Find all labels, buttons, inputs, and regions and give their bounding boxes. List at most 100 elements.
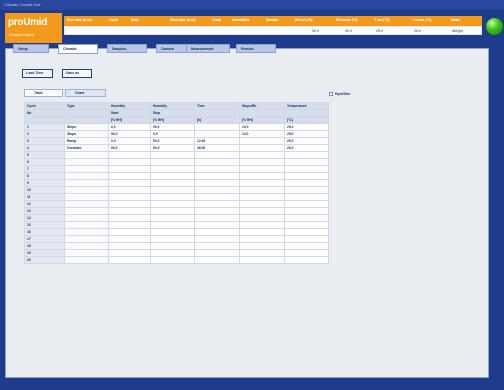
table-row-8-steps-rh-cell[interactable] xyxy=(239,172,285,180)
table-row-6-humidity-start-cell[interactable] xyxy=(108,158,151,166)
table-row-6-humidity-stop-cell[interactable] xyxy=(150,158,195,166)
table-row-16-humidity-start-cell[interactable] xyxy=(108,228,151,236)
table-row-15-humidity-stop-cell[interactable] xyxy=(150,221,195,229)
table-row-8-humidity-stop-cell[interactable] xyxy=(150,172,195,180)
table-row-20-humidity-start-cell[interactable] xyxy=(108,256,151,264)
table-row-2-type-cell[interactable]: Steps xyxy=(64,130,109,138)
tab-setup[interactable]: Setup xyxy=(13,44,49,53)
table-row-18-humidity-start-cell[interactable] xyxy=(108,242,151,250)
table-row-16-humidity-stop-cell[interactable] xyxy=(150,228,195,236)
table-row-17-time-cell[interactable] xyxy=(194,235,240,243)
table-row-17-steps-rh-cell[interactable] xyxy=(239,235,285,243)
table-row-4-humidity-start-cell[interactable]: 50,0 xyxy=(108,144,151,152)
table-row-11-humidity-stop-cell[interactable] xyxy=(150,193,195,201)
table-row-3-time-cell[interactable]: 12,00 xyxy=(194,137,240,145)
save-as-button[interactable]: Save as xyxy=(62,69,92,78)
table-row-12-temperature-cell[interactable] xyxy=(284,200,329,208)
table-row-4-type-cell[interactable]: Constant xyxy=(64,144,109,152)
table-row-10-type-cell[interactable] xyxy=(64,186,109,194)
table-row-17-humidity-stop-cell[interactable] xyxy=(150,235,195,243)
table-row-9-temperature-cell[interactable] xyxy=(284,179,329,187)
table-row-8-temperature-cell[interactable] xyxy=(284,172,329,180)
table-row-7-steps-rh-cell[interactable] xyxy=(239,165,285,173)
table-row-5-time-cell[interactable] xyxy=(194,151,240,159)
table-row-3-humidity-stop-cell[interactable]: 50,0 xyxy=(150,137,195,145)
table-row-15-humidity-start-cell[interactable] xyxy=(108,221,151,229)
table-row-18-type-cell[interactable] xyxy=(64,242,109,250)
table-row-15-time-cell[interactable] xyxy=(194,221,240,229)
table-row-14-temperature-cell[interactable] xyxy=(284,214,329,222)
tab-results[interactable]: Results xyxy=(236,44,276,53)
table-row-6-temperature-cell[interactable] xyxy=(284,158,329,166)
table-row-4-humidity-stop-cell[interactable]: 50,0 xyxy=(150,144,195,152)
table-row-13-type-cell[interactable] xyxy=(64,207,109,215)
table-row-11-humidity-start-cell[interactable] xyxy=(108,193,151,201)
load-time-button[interactable]: Load Time xyxy=(22,69,53,78)
table-row-17-temperature-cell[interactable] xyxy=(284,235,329,243)
table-row-2-steps-rh-cell[interactable]: 10,0 xyxy=(239,130,285,138)
table-row-4-time-cell[interactable]: 48,00 xyxy=(194,144,240,152)
table-row-9-humidity-start-cell[interactable] xyxy=(108,179,151,187)
table-row-12-steps-rh-cell[interactable] xyxy=(239,200,285,208)
table-row-9-humidity-stop-cell[interactable] xyxy=(150,179,195,187)
table-row-7-type-cell[interactable] xyxy=(64,165,109,173)
table-row-18-time-cell[interactable] xyxy=(194,242,240,250)
tab-measurement[interactable]: Measurement xyxy=(186,44,230,53)
table-row-19-temperature-cell[interactable] xyxy=(284,249,329,257)
table-row-5-temperature-cell[interactable] xyxy=(284,151,329,159)
table-row-12-humidity-start-cell[interactable] xyxy=(108,200,151,208)
table-row-2-temperature-cell[interactable]: 25,0 xyxy=(284,130,329,138)
table-row-9-steps-rh-cell[interactable] xyxy=(239,179,285,187)
table-row-13-steps-rh-cell[interactable] xyxy=(239,207,285,215)
table-row-18-steps-rh-cell[interactable] xyxy=(239,242,285,250)
table-row-20-time-cell[interactable] xyxy=(194,256,240,264)
table-row-15-type-cell[interactable] xyxy=(64,221,109,229)
table-row-6-time-cell[interactable] xyxy=(194,158,240,166)
table-row-19-humidity-start-cell[interactable] xyxy=(108,249,151,257)
table-row-1-time-cell[interactable] xyxy=(194,123,240,131)
table-row-9-type-cell[interactable] xyxy=(64,179,109,187)
table-row-10-temperature-cell[interactable] xyxy=(284,186,329,194)
table-row-7-temperature-cell[interactable] xyxy=(284,165,329,173)
table-row-17-humidity-start-cell[interactable] xyxy=(108,235,151,243)
table-row-1-humidity-stop-cell[interactable]: 90,0 xyxy=(150,123,195,131)
table-row-10-humidity-start-cell[interactable] xyxy=(108,186,151,194)
table-row-5-humidity-start-cell[interactable] xyxy=(108,151,151,159)
table-row-12-type-cell[interactable] xyxy=(64,200,109,208)
table-row-4-temperature-cell[interactable]: 25,0 xyxy=(284,144,329,152)
table-row-7-humidity-stop-cell[interactable] xyxy=(150,165,195,173)
table-row-20-humidity-stop-cell[interactable] xyxy=(150,256,195,264)
table-row-16-type-cell[interactable] xyxy=(64,228,109,236)
table-row-7-time-cell[interactable] xyxy=(194,165,240,173)
table-row-3-temperature-cell[interactable]: 25,0 xyxy=(284,137,329,145)
table-row-13-humidity-start-cell[interactable] xyxy=(108,207,151,215)
table-row-4-steps-rh-cell[interactable] xyxy=(239,144,285,152)
table-row-19-humidity-stop-cell[interactable] xyxy=(150,249,195,257)
table-row-15-steps-rh-cell[interactable] xyxy=(239,221,285,229)
table-row-20-temperature-cell[interactable] xyxy=(284,256,329,264)
table-row-1-humidity-start-cell[interactable]: 0,0 xyxy=(108,123,151,131)
table-row-14-humidity-stop-cell[interactable] xyxy=(150,214,195,222)
table-row-16-steps-rh-cell[interactable] xyxy=(239,228,285,236)
table-row-7-humidity-start-cell[interactable] xyxy=(108,165,151,173)
table-row-15-temperature-cell[interactable] xyxy=(284,221,329,229)
table-row-5-type-cell[interactable] xyxy=(64,151,109,159)
table-row-8-type-cell[interactable] xyxy=(64,172,109,180)
table-row-14-type-cell[interactable] xyxy=(64,214,109,222)
table-row-20-steps-rh-cell[interactable] xyxy=(239,256,285,264)
table-row-8-time-cell[interactable] xyxy=(194,172,240,180)
table-row-3-steps-rh-cell[interactable] xyxy=(239,137,285,145)
table-row-19-type-cell[interactable] xyxy=(64,249,109,257)
table-row-19-steps-rh-cell[interactable] xyxy=(239,249,285,257)
table-row-2-humidity-start-cell[interactable]: 90,0 xyxy=(108,130,151,138)
table-row-11-type-cell[interactable] xyxy=(64,193,109,201)
table-row-13-time-cell[interactable] xyxy=(194,207,240,215)
table-row-14-time-cell[interactable] xyxy=(194,214,240,222)
table-row-10-steps-rh-cell[interactable] xyxy=(239,186,285,194)
table-row-12-time-cell[interactable] xyxy=(194,200,240,208)
table-row-14-steps-rh-cell[interactable] xyxy=(239,214,285,222)
tab-climatic[interactable]: Climatic xyxy=(58,44,98,54)
table-row-8-humidity-start-cell[interactable] xyxy=(108,172,151,180)
table-row-6-steps-rh-cell[interactable] xyxy=(239,158,285,166)
table-row-18-temperature-cell[interactable] xyxy=(284,242,329,250)
